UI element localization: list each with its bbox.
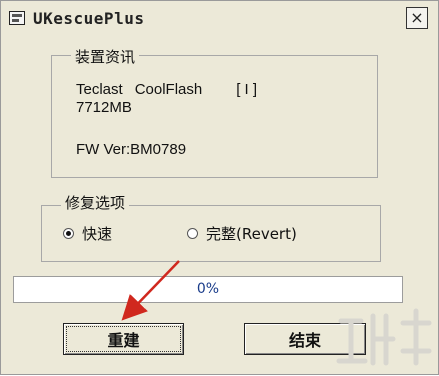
title-bar[interactable]: UKescuePlus × <box>1 1 438 39</box>
device-info-group <box>51 55 378 178</box>
progress-text: 0% <box>196 281 220 297</box>
radio-full-label: 完整(Revert) <box>206 225 297 243</box>
radio-quick[interactable]: 快速 <box>63 223 112 244</box>
device-info-label: 装置资讯 <box>71 46 140 67</box>
device-name-line: Teclast CoolFlash [ I ] <box>76 81 257 98</box>
radio-unselected-icon[interactable] <box>187 228 198 239</box>
repair-options-label: 修复选项 <box>61 192 130 213</box>
close-icon: × <box>410 8 424 27</box>
device-capacity: 7712MB <box>76 99 132 116</box>
radio-full-revert[interactable]: 完整(Revert) <box>187 223 297 244</box>
watermark-logo-icon <box>336 308 432 366</box>
close-button[interactable]: × <box>406 7 428 29</box>
rescue-window: UKescuePlus × 装置资讯 Teclast CoolFlash [ I ]… <box>0 0 439 375</box>
app-icon <box>9 11 25 25</box>
radio-quick-label: 快速 <box>82 225 113 243</box>
progress-bar: 0% <box>13 276 403 303</box>
radio-selected-icon[interactable] <box>63 228 74 239</box>
device-index: [ I ] <box>236 81 258 98</box>
device-model: CoolFlash <box>134 81 203 98</box>
window-title: UKescuePlus <box>33 9 145 28</box>
rebuild-button[interactable]: 重建 <box>63 323 184 355</box>
device-vendor: Teclast <box>76 81 123 98</box>
firmware-version: FW Ver:BM0789 <box>76 141 187 158</box>
